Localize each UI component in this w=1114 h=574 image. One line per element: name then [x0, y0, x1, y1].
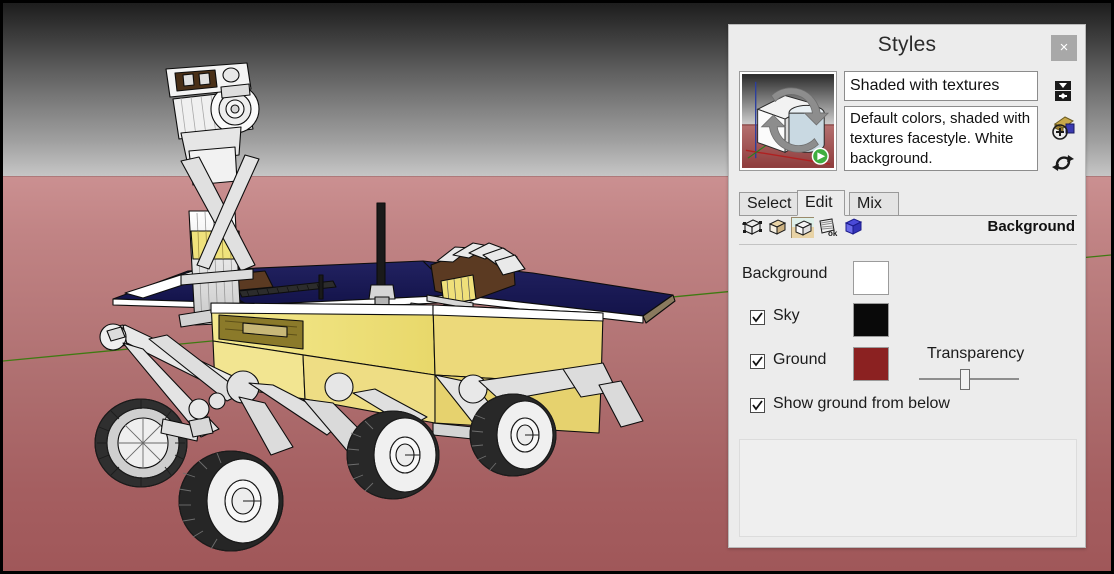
watermark-settings-icon[interactable]: ok	[817, 217, 840, 238]
style-tabs: Select Edit Mix	[739, 190, 1077, 216]
style-thumbnail-image	[742, 74, 834, 168]
check-icon	[752, 312, 763, 323]
svg-text:ok: ok	[828, 229, 838, 237]
page-title: Styles	[877, 33, 937, 56]
style-details-icon[interactable]	[1049, 77, 1077, 105]
transparency-slider-thumb[interactable]	[959, 369, 970, 390]
panel-empty-area	[739, 439, 1077, 537]
update-style-icon[interactable]	[1049, 149, 1077, 177]
styles-dialog: Styles × Shaded with textures Default co…	[728, 24, 1086, 548]
ground-color-swatch[interactable]	[853, 347, 889, 381]
ground-checkbox[interactable]	[750, 354, 765, 369]
show-ground-from-below-checkbox[interactable]	[750, 398, 765, 413]
close-icon[interactable]: ×	[1051, 35, 1077, 61]
background-settings-group: Background Sky Ground Show ground from b…	[739, 253, 1077, 433]
style-thumbnail[interactable]	[739, 71, 837, 171]
style-description-input[interactable]	[844, 106, 1038, 171]
tab-edit[interactable]: Edit	[797, 190, 845, 216]
section-title: Background	[987, 218, 1075, 235]
transparency-control: Transparency	[919, 345, 1049, 395]
ground-label: Ground	[773, 351, 827, 368]
style-name-input[interactable]	[844, 71, 1038, 101]
sky-checkbox[interactable]	[750, 310, 765, 325]
check-icon	[752, 356, 763, 367]
application-window: Styles × Shaded with textures Default co…	[0, 0, 1114, 574]
background-settings-icon[interactable]	[791, 217, 814, 238]
toolbar-divider	[739, 244, 1077, 245]
transparency-label: Transparency	[927, 345, 1025, 362]
style-category-toolbar: ok Background	[739, 216, 1077, 242]
tab-mix[interactable]: Mix	[849, 192, 899, 216]
style-preview-row	[739, 71, 1077, 181]
create-new-style-icon[interactable]	[1049, 113, 1077, 141]
sky-color-swatch[interactable]	[853, 303, 889, 337]
modeling-settings-icon[interactable]	[842, 217, 865, 238]
show-ground-from-below-label: Show ground from below	[773, 395, 950, 412]
tab-select[interactable]: Select	[739, 192, 799, 216]
face-settings-icon[interactable]	[766, 217, 789, 238]
style-side-toolbar	[1047, 71, 1081, 171]
check-icon	[752, 400, 763, 411]
panel-titlebar: Styles ×	[729, 25, 1085, 69]
background-label: Background	[742, 265, 828, 282]
sky-label: Sky	[773, 307, 800, 324]
edge-settings-icon[interactable]	[741, 217, 764, 238]
background-color-swatch[interactable]	[853, 261, 889, 295]
